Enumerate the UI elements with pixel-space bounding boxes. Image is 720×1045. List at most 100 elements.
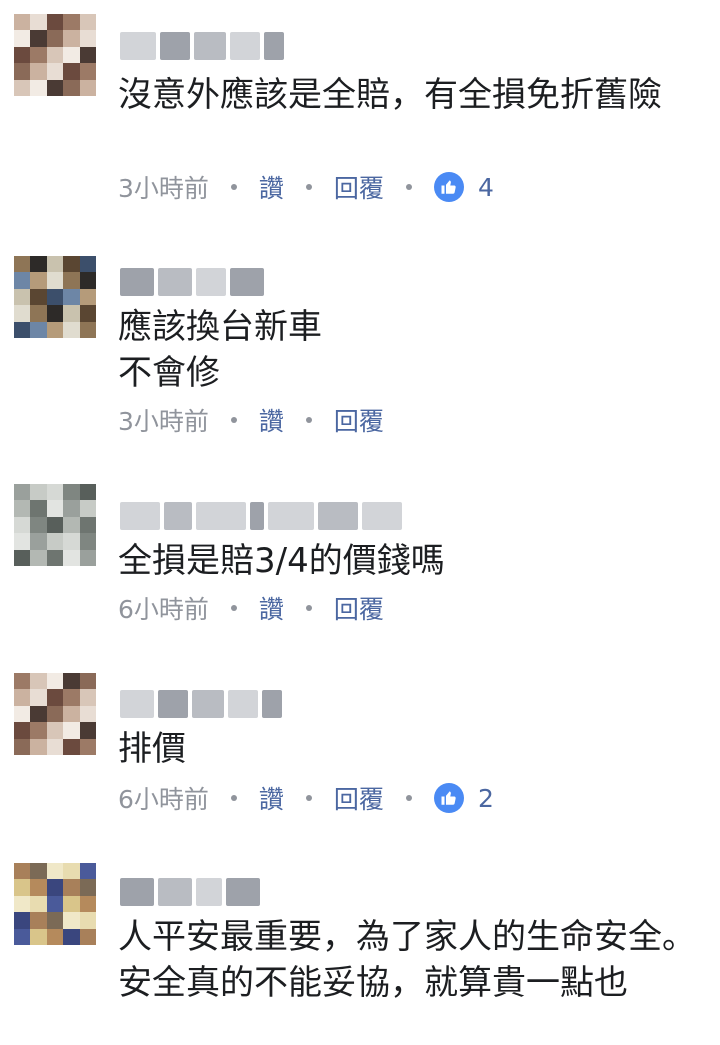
avatar-pixel [30,46,47,64]
commenter-name-blurred[interactable] [120,690,282,718]
avatar-pixel [30,256,47,273]
avatar-pixel [14,928,31,945]
avatar-pixel [46,305,64,322]
avatar-pixel [63,500,80,517]
avatar-pixel [14,533,31,550]
avatar-pixel [30,79,47,96]
separator-dot [305,795,312,801]
avatar-pixel [63,288,80,306]
avatar-pixel [63,722,80,739]
avatar[interactable] [14,863,96,945]
avatar-pixel [14,63,31,80]
avatar-pixel [46,928,64,945]
comment-meta: 3小時前 讚 回覆 [118,403,384,437]
avatar-pixel [79,863,96,880]
avatar-pixel [14,516,31,534]
avatar-pixel [30,673,47,690]
avatar-pixel [46,256,64,273]
separator-dot [305,184,312,190]
reply-link[interactable]: 回覆 [334,590,384,626]
avatar-pixel [14,321,31,338]
avatar-pixel [14,879,31,896]
commenter-name-blurred[interactable] [120,32,284,60]
avatar-pixel [79,533,96,550]
avatar-pixel [30,30,47,47]
separator-dot [230,417,237,423]
reply-link[interactable]: 回覆 [334,780,384,816]
avatar[interactable] [14,256,96,338]
avatar-pixel [79,516,96,534]
avatar[interactable] [14,484,96,566]
avatar-pixel [30,14,47,31]
avatar-pixel [46,895,64,913]
thumbs-up-icon[interactable] [433,172,464,202]
separator-dot [305,417,312,423]
avatar-pixel [30,722,47,739]
avatar-pixel [63,484,80,501]
reaction-count[interactable]: 2 [478,784,494,813]
avatar-pixel [14,79,31,96]
avatar-pixel [14,46,31,64]
comment-text: 人平安最重要，為了家人的生命安全。 安全真的不能妥協，就算貴一點也 [118,917,696,1003]
avatar-pixel [79,321,96,338]
avatar-pixel [79,738,96,755]
avatar-pixel [46,272,64,289]
comment-timestamp[interactable]: 3小時前 [118,402,209,438]
commenter-name-blurred[interactable] [120,878,260,906]
reply-link[interactable]: 回覆 [334,402,384,438]
avatar-pixel [46,879,64,896]
avatar-pixel [14,14,31,31]
avatar-pixel [30,738,47,755]
comment-timestamp[interactable]: 6小時前 [118,780,209,816]
reply-link[interactable]: 回覆 [334,169,384,205]
avatar-pixel [63,533,80,550]
comment-meta: 3小時前 讚 回覆 4 [118,170,494,204]
avatar-pixel [79,705,96,723]
avatar-pixel [63,272,80,289]
comment-timestamp[interactable]: 3小時前 [118,169,209,205]
avatar-pixel [14,484,31,501]
like-link[interactable]: 讚 [259,402,284,438]
avatar-pixel [79,288,96,306]
avatar-pixel [63,30,80,47]
avatar[interactable] [14,14,96,96]
separator-dot [405,795,412,801]
avatar-pixel [79,256,96,273]
reaction-count[interactable]: 4 [478,173,494,202]
avatar-pixel [46,63,64,80]
avatar-pixel [14,30,31,47]
like-link[interactable]: 讚 [259,590,284,626]
avatar-pixel [46,79,64,96]
avatar-pixel [79,549,96,566]
comment-timestamp[interactable]: 6小時前 [118,590,209,626]
thumbs-up-icon[interactable] [433,783,464,813]
avatar-pixel [63,46,80,64]
avatar-pixel [14,549,31,566]
avatar-pixel [63,63,80,80]
avatar-pixel [63,912,80,929]
avatar-pixel [14,288,31,306]
avatar[interactable] [14,673,96,755]
separator-dot [305,605,312,611]
avatar-pixel [63,705,80,723]
avatar-pixel [79,14,96,31]
like-link[interactable]: 讚 [259,169,284,205]
avatar-pixel [30,272,47,289]
avatar-pixel [14,305,31,322]
avatar-pixel [14,500,31,517]
avatar-pixel [79,63,96,80]
comment-text: 應該換台新車 不會修 [118,307,322,393]
avatar-pixel [30,63,47,80]
avatar-pixel [46,500,64,517]
avatar-pixel [46,863,64,880]
avatar-pixel [63,321,80,338]
avatar-pixel [30,705,47,723]
commenter-name-blurred[interactable] [120,502,402,530]
avatar-pixel [63,689,80,706]
avatar-pixel [63,549,80,566]
like-link[interactable]: 讚 [259,780,284,816]
commenter-name-blurred[interactable] [120,268,264,296]
separator-dot [405,184,412,190]
comment-meta: 6小時前 讚 回覆 2 [118,781,494,815]
avatar-pixel [14,689,31,706]
